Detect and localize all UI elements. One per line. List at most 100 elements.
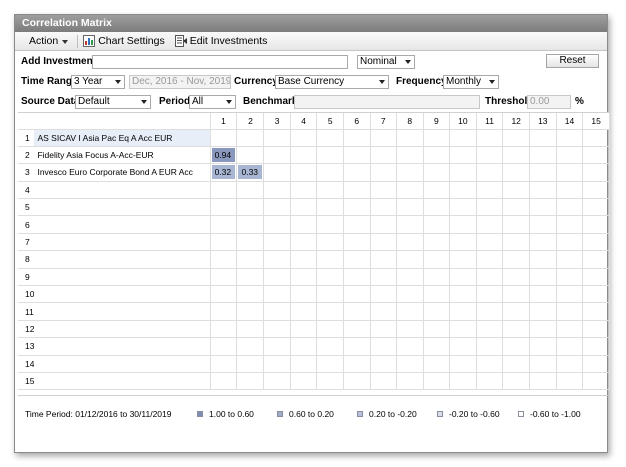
investment-name[interactable] <box>34 285 211 304</box>
time-range-label: Time Range <box>21 76 78 87</box>
correlation-cell <box>502 355 530 373</box>
add-investment-input[interactable] <box>92 55 348 69</box>
correlation-cell <box>502 215 530 234</box>
correlation-cell <box>290 233 318 252</box>
correlation-cell <box>529 337 557 356</box>
correlation-cell <box>582 250 610 269</box>
action-menu-button[interactable]: Action <box>15 32 77 51</box>
add-investment-row: Add Investment Nominal Reset <box>15 53 607 70</box>
correlation-cell <box>423 372 451 391</box>
correlation-cell <box>529 268 557 287</box>
correlation-matrix-grid: 1 2 3 4 5 6 7 8 9 10 11 12 13 14 15 1 AS SICAV I Asia Pa… <box>18 112 610 394</box>
investment-name[interactable] <box>34 302 211 321</box>
matrix-row[interactable]: 3 Invesco Euro Corporate Bond A EUR Acc 0.… <box>18 163 610 182</box>
correlation-cell <box>423 337 451 356</box>
correlation-cell <box>210 372 238 391</box>
investment-name[interactable] <box>34 181 211 200</box>
correlation-cell <box>316 268 344 287</box>
matrix-row[interactable]: 15 <box>18 372 610 391</box>
correlation-cell <box>290 320 318 339</box>
correlation-cell <box>529 146 557 165</box>
correlation-cell <box>263 250 291 269</box>
frequency-select[interactable]: Monthly <box>443 75 499 89</box>
matrix-row[interactable]: 9 <box>18 268 610 287</box>
matrix-row[interactable]: 4 <box>18 181 610 200</box>
investment-name[interactable]: Fidelity Asia Focus A-Acc-EUR <box>34 146 211 165</box>
matrix-row[interactable]: 1 AS SICAV I Asia Pac Eq A Acc EUR <box>18 129 610 147</box>
matrix-row[interactable]: 12 <box>18 320 610 339</box>
row-number: 14 <box>18 355 35 373</box>
correlation-cell <box>210 215 238 234</box>
matrix-row[interactable]: 7 <box>18 233 610 252</box>
legend-item: 0.60 to 0.20 <box>277 409 334 419</box>
correlation-cell <box>449 285 477 304</box>
correlation-cell <box>236 146 265 165</box>
investment-name[interactable] <box>34 372 211 391</box>
correlation-cell <box>236 129 265 147</box>
matrix-row[interactable]: 11 <box>18 302 610 321</box>
return-type-select[interactable]: Nominal <box>357 55 415 69</box>
correlation-cell <box>423 233 451 252</box>
correlation-cell <box>476 285 504 304</box>
correlation-value: 0.33 <box>238 165 263 180</box>
correlation-cell <box>556 320 584 339</box>
correlation-cell <box>396 337 424 356</box>
matrix-row[interactable]: 5 <box>18 198 610 217</box>
correlation-cell <box>316 285 344 304</box>
correlation-cell <box>476 181 504 200</box>
matrix-row[interactable]: 2 Fidelity Asia Focus A-Acc-EUR 0.94 <box>18 146 610 165</box>
row-number: 4 <box>18 181 35 200</box>
matrix-row[interactable]: 13 <box>18 337 610 356</box>
correlation-cell <box>396 250 424 269</box>
investment-name[interactable] <box>34 215 211 234</box>
correlation-cell <box>529 233 557 252</box>
correlation-cell <box>370 233 398 252</box>
correlation-cell <box>370 268 398 287</box>
column-header: 3 <box>263 113 291 130</box>
correlation-cell <box>370 302 398 321</box>
period-select[interactable]: All <box>189 95 236 109</box>
edit-investments-button[interactable]: Edit Investments <box>170 32 273 51</box>
correlation-cell <box>556 198 584 217</box>
matrix-row[interactable]: 10 <box>18 285 610 304</box>
correlation-matrix-window: Correlation Matrix Action Chart Settings <box>14 14 610 453</box>
correlation-cell <box>316 337 344 356</box>
correlation-cell <box>290 302 318 321</box>
correlation-cell <box>343 268 371 287</box>
investment-name[interactable]: Invesco Euro Corporate Bond A EUR Acc <box>34 163 211 182</box>
correlation-cell <box>290 355 318 373</box>
correlation-cell <box>396 129 424 147</box>
investment-name[interactable] <box>34 250 211 269</box>
header-blank <box>18 113 35 130</box>
investment-name[interactable] <box>34 268 211 287</box>
frequency-label: Frequency <box>396 76 447 87</box>
correlation-cell <box>449 250 477 269</box>
currency-select[interactable]: Base Currency <box>275 75 389 89</box>
investment-name[interactable] <box>34 355 211 373</box>
source-data-select[interactable]: Default <box>75 95 151 109</box>
time-range-select[interactable]: 3 Year <box>71 75 125 89</box>
correlation-cell <box>556 285 584 304</box>
correlation-cell <box>449 198 477 217</box>
correlation-cell: 0.94 <box>210 146 238 165</box>
investment-name[interactable] <box>34 337 211 356</box>
matrix-row[interactable]: 8 <box>18 250 610 269</box>
reset-button[interactable]: Reset <box>546 54 599 68</box>
investment-name[interactable] <box>34 320 211 339</box>
investment-name[interactable]: AS SICAV I Asia Pac Eq A Acc EUR <box>34 129 211 147</box>
matrix-row[interactable]: 14 <box>18 355 610 373</box>
correlation-cell <box>263 355 291 373</box>
threshold-input[interactable]: 0.00 <box>527 95 571 109</box>
matrix-row[interactable]: 6 <box>18 215 610 234</box>
row-number: 1 <box>18 129 35 147</box>
correlation-cell <box>290 146 318 165</box>
chart-settings-button[interactable]: Chart Settings <box>78 32 170 51</box>
correlation-cell <box>343 146 371 165</box>
correlation-cell <box>370 372 398 391</box>
investment-name[interactable] <box>34 233 211 252</box>
correlation-cell <box>236 372 265 391</box>
correlation-cell <box>343 181 371 200</box>
correlation-cell <box>343 163 371 182</box>
investment-name[interactable] <box>34 198 211 217</box>
legend-item: -0.60 to -1.00 <box>518 409 581 419</box>
